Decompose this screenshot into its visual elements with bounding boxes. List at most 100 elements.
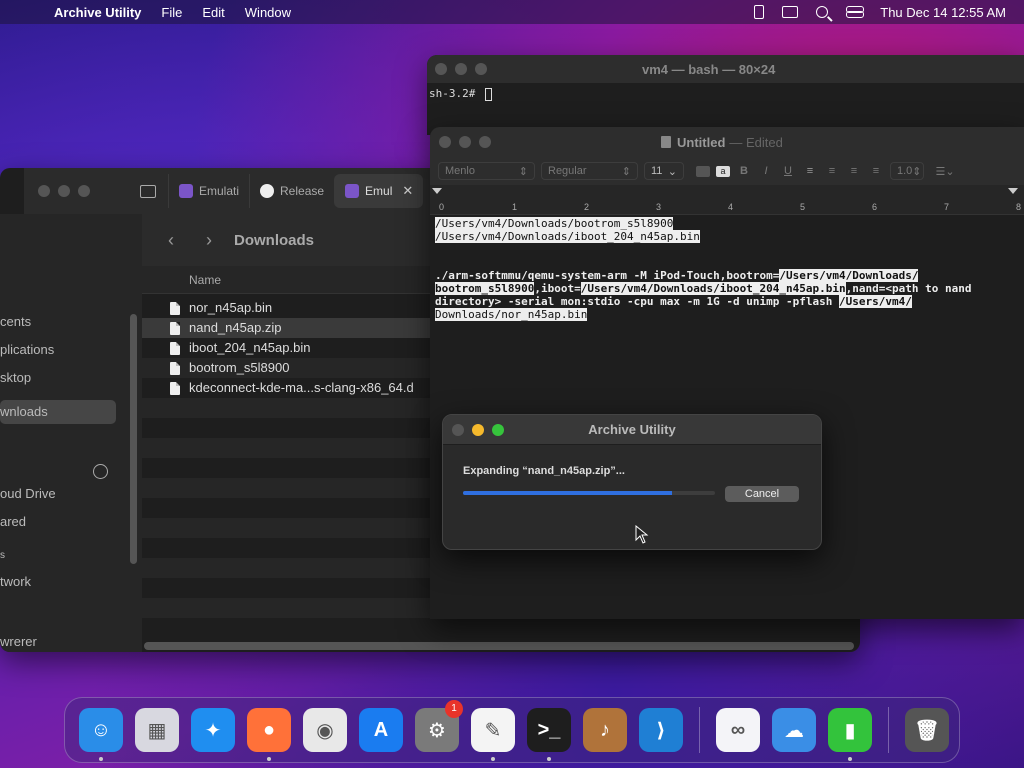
finder-icon: ☺ xyxy=(79,708,123,752)
tab-label: Release xyxy=(280,184,325,198)
ruler-number: 2 xyxy=(584,202,590,212)
forward-chevron-icon[interactable]: › xyxy=(200,230,218,251)
tab-overview-icon[interactable] xyxy=(140,184,156,198)
dock-item-chrome[interactable]: ◉ xyxy=(299,704,351,756)
battery-icon[interactable] xyxy=(754,5,765,19)
list-bullets-icon[interactable]: ☰⌄ xyxy=(930,165,960,178)
dock-item-weather[interactable]: ☁ xyxy=(768,704,820,756)
control-center-icon[interactable] xyxy=(846,6,865,18)
sidebar-item-tag[interactable]: wrerer xyxy=(0,630,116,652)
left-indent-marker[interactable] xyxy=(432,188,442,194)
tab-releases[interactable]: Release xyxy=(249,174,334,208)
progress-fill xyxy=(463,491,673,495)
sidebar-item-applications[interactable]: plications xyxy=(0,338,116,362)
document-icon xyxy=(170,321,180,335)
menu-app-name[interactable]: Archive Utility xyxy=(54,5,141,20)
dock-item-garageband[interactable]: ♪ xyxy=(579,704,631,756)
document-title: Untitled xyxy=(677,134,726,150)
dock-item-trash[interactable]: 🗑 xyxy=(901,704,953,756)
back-chevron-icon[interactable]: ‹ xyxy=(162,230,180,251)
tab-emulation-1[interactable]: Emulati xyxy=(168,174,249,208)
text-cursor xyxy=(484,87,492,101)
safari-icon: ✦ xyxy=(191,708,235,752)
zoom-window-icon[interactable] xyxy=(479,136,491,148)
sidebar-item-shared[interactable]: ared xyxy=(0,510,116,534)
dock-item-safari[interactable]: ✦ xyxy=(187,704,239,756)
zoom-window-icon[interactable] xyxy=(78,185,90,197)
menu-bar: Archive Utility File Edit Window Thu Dec… xyxy=(0,0,1024,24)
close-window-icon[interactable] xyxy=(452,423,464,436)
terminal-prompt[interactable]: sh-3.2# xyxy=(427,83,1024,105)
sidebar-item-recents[interactable]: cents xyxy=(0,310,116,334)
sidebar-item-downloads[interactable]: wnloads xyxy=(0,400,116,424)
underline-button[interactable]: U xyxy=(780,165,796,177)
running-indicator xyxy=(848,757,852,761)
close-window-icon[interactable] xyxy=(439,136,451,148)
close-window-icon[interactable] xyxy=(38,185,50,197)
screen-mirroring-icon[interactable] xyxy=(782,6,799,18)
menu-window[interactable]: Window xyxy=(245,5,291,20)
text-line: bootrom_s5l8900 xyxy=(435,282,535,295)
dock-item-vscode[interactable]: ⟩ xyxy=(635,704,687,756)
tab-emulation-2[interactable]: Emul ✕ xyxy=(334,174,424,208)
horizontal-scrollbar[interactable] xyxy=(144,642,854,650)
sidebar-item-desktop[interactable]: sktop xyxy=(0,366,116,390)
document-proxy-icon[interactable] xyxy=(661,136,671,148)
dock-item-archive-utility[interactable]: ▮ xyxy=(824,704,876,761)
dock-item-visual-studio[interactable]: ∞ xyxy=(712,704,764,756)
minimize-window-icon[interactable] xyxy=(58,185,70,197)
cancel-button[interactable]: Cancel xyxy=(725,486,799,502)
close-window-icon[interactable] xyxy=(435,63,447,75)
window-controls xyxy=(435,63,487,75)
align-right-icon[interactable]: ≡ xyxy=(846,165,862,177)
minimize-window-icon[interactable] xyxy=(472,423,484,436)
align-center-icon[interactable]: ≡ xyxy=(824,165,840,177)
line-spacing-value: 1.0 xyxy=(897,165,913,177)
ruler-number: 1 xyxy=(512,202,518,212)
right-indent-marker[interactable] xyxy=(1008,188,1018,194)
site-favicon-icon xyxy=(179,184,193,198)
align-left-icon[interactable]: ≡ xyxy=(802,165,818,177)
window-controls xyxy=(38,185,90,197)
close-tab-icon[interactable]: ✕ xyxy=(402,183,413,199)
archive-utility-icon: ▮ xyxy=(828,708,872,752)
font-family-value: Menlo xyxy=(445,165,475,177)
dock-item-system-settings[interactable]: ⚙ 1 xyxy=(411,700,463,756)
dock-item-launchpad[interactable]: ▦ xyxy=(131,704,183,756)
zoom-window-icon[interactable] xyxy=(475,63,487,75)
terminal-window: vm4 — bash — 80×24 sh-3.2# xyxy=(427,55,1024,135)
zoom-window-icon[interactable] xyxy=(492,423,504,436)
stepper-icon: ⇕ xyxy=(518,165,528,178)
italic-button[interactable]: I xyxy=(758,165,774,177)
text-color-swatch[interactable] xyxy=(696,165,710,177)
menu-edit[interactable]: Edit xyxy=(202,5,224,20)
document-icon xyxy=(170,381,180,395)
sidebar-item-icloud-drive[interactable]: oud Drive xyxy=(0,482,116,506)
folder-title: Downloads xyxy=(234,231,315,249)
sidebar-item-network[interactable]: twork xyxy=(0,570,116,594)
dock-item-textedit[interactable]: ✎ xyxy=(467,704,519,761)
dock-item-firefox[interactable]: ● xyxy=(243,704,295,761)
font-family-select[interactable]: Menlo ⇕ xyxy=(438,162,535,180)
icloud-progress-icon xyxy=(93,464,108,479)
font-style-select[interactable]: Regular ⇕ xyxy=(541,162,638,180)
highlight-color-swatch[interactable]: a xyxy=(716,165,730,177)
textedit-icon: ✎ xyxy=(471,708,515,752)
line-spacing-select[interactable]: 1.0 ⇕ xyxy=(890,162,924,180)
bold-button[interactable]: B xyxy=(736,165,752,177)
text-line: ,iboot= xyxy=(534,282,581,295)
dock-item-app-store[interactable]: A xyxy=(355,704,407,756)
minimize-window-icon[interactable] xyxy=(455,63,467,75)
align-justify-icon[interactable]: ≡ xyxy=(868,165,884,177)
dock-item-terminal[interactable]: >_ xyxy=(523,704,575,761)
sidebar-scrollbar[interactable] xyxy=(130,314,137,564)
ruler[interactable]: 0 1 2 3 4 5 6 7 8 xyxy=(430,185,1024,215)
menu-clock[interactable]: Thu Dec 14 12:55 AM xyxy=(880,5,1006,20)
minimize-window-icon[interactable] xyxy=(459,136,471,148)
spotlight-search-icon[interactable] xyxy=(816,6,829,18)
menu-file[interactable]: File xyxy=(161,5,182,20)
text-line: ./arm-softmmu/qemu-system-arm -M iPod-To… xyxy=(435,269,780,282)
dock-item-finder[interactable]: ☺ xyxy=(75,704,127,761)
font-size-select[interactable]: 11 ⌄ xyxy=(644,162,684,180)
text-editor[interactable]: /Users/vm4/Downloads/bootrom_s5l8900 /Us… xyxy=(435,217,1020,321)
